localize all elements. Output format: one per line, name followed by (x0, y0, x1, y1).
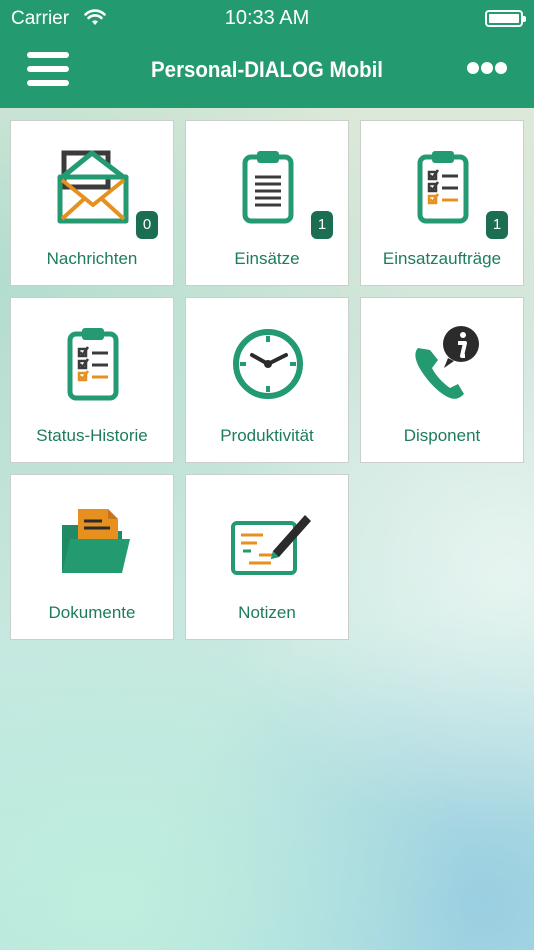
envelope-icon (57, 150, 129, 224)
more-dots-icon[interactable] (467, 62, 507, 76)
clipboard-checklist-icon (417, 151, 469, 224)
tile-notizen[interactable]: Notizen (185, 474, 349, 640)
status-bar: Carrier 10:33 AM (0, 0, 534, 38)
count-badge: 1 (486, 211, 508, 239)
tile-label: Einsatzaufträge (382, 249, 502, 268)
status-history-icon (67, 328, 119, 401)
tile-produktivitaet[interactable]: Produktivität (185, 297, 349, 463)
folder-document-icon (62, 509, 130, 573)
tile-einsaetze[interactable]: Einsätze 1 (185, 120, 349, 286)
top-bar: Carrier 10:33 AM Personal-DIALOG Mobil (0, 0, 534, 108)
tile-dokumente[interactable]: Dokumente (10, 474, 174, 640)
tile-label: Notizen (238, 603, 296, 622)
tile-einsatzauftraege[interactable]: Einsatzaufträge 1 (360, 120, 524, 286)
page-title: Personal-DIALOG Mobil (151, 57, 383, 82)
count-badge: 1 (311, 211, 333, 239)
phone-info-icon (415, 326, 479, 399)
tile-status-historie[interactable]: Status-Historie (10, 297, 174, 463)
battery-icon (485, 10, 526, 27)
notes-pen-icon (231, 515, 311, 575)
tile-label: Dokumente (48, 603, 136, 622)
tile-label: Produktivität (220, 426, 314, 445)
status-time: 10:33 AM (224, 7, 310, 29)
tile-disponent[interactable]: Disponent (360, 297, 524, 463)
clock-icon (233, 329, 303, 399)
tile-label: Nachrichten (46, 249, 138, 268)
tile-label: Disponent (403, 426, 481, 445)
tile-label: Einsätze (234, 249, 300, 268)
clipboard-list-icon (242, 151, 294, 224)
count-badge: 0 (136, 211, 158, 239)
tile-nachrichten[interactable]: Nachrichten 0 (10, 120, 174, 286)
tile-label: Status-Historie (36, 426, 148, 445)
